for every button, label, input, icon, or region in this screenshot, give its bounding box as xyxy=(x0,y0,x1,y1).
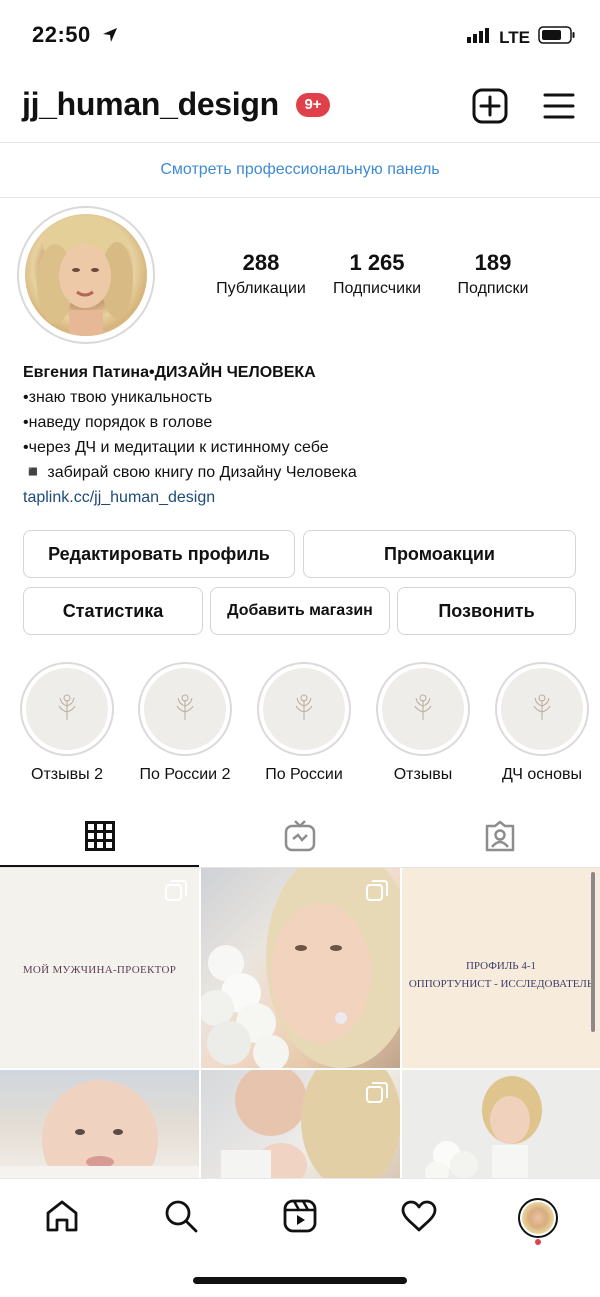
story-highlight-label: Отзывы xyxy=(393,766,453,783)
notifications-badge[interactable]: 9+ xyxy=(296,93,330,117)
stat-posts-value: 288 xyxy=(242,250,280,275)
menu-icon[interactable] xyxy=(543,92,575,125)
bio: Евгения Патина•ДИЗАЙН ЧЕЛОВЕКА •знаю тво… xyxy=(23,360,357,510)
post-caption: МОЙ МУЖЧИНА-ПРОЕКТОР xyxy=(22,964,177,976)
search-icon xyxy=(164,1199,198,1238)
battery-icon xyxy=(538,26,576,49)
tab-igtv[interactable] xyxy=(200,808,400,868)
stat-followers-label: Подписчики xyxy=(332,280,421,297)
flower-icon xyxy=(412,692,434,727)
stat-followers[interactable]: 1 265 Подписчики xyxy=(322,250,432,298)
profile-avatar xyxy=(518,1198,558,1238)
nav-profile[interactable] xyxy=(508,1193,568,1243)
stat-following-label: Подписки xyxy=(457,280,529,297)
bio-line: ◾️ забирай свою книгу по Дизайну Человек… xyxy=(23,464,357,481)
story-highlight-label: ДЧ основы xyxy=(501,766,583,783)
stat-following[interactable]: 189 Подписки xyxy=(438,250,548,298)
post-caption-line: ПРОФИЛЬ 4-1 xyxy=(465,960,537,972)
promotions-button[interactable]: Промоакции xyxy=(303,530,576,578)
active-tab-indicator xyxy=(0,865,199,867)
stat-posts-label: Публикации xyxy=(216,280,306,297)
story-highlight-label: Отзывы 2 xyxy=(31,766,103,783)
home-indicator xyxy=(193,1277,407,1284)
stat-followers-value: 1 265 xyxy=(349,250,405,275)
flower-icon xyxy=(531,692,553,727)
story-highlight-label: По России xyxy=(265,766,343,783)
scrollbar[interactable] xyxy=(591,872,595,1032)
story-highlight[interactable]: Отзывы 2 xyxy=(20,662,114,784)
profile-tabs xyxy=(0,808,600,868)
signal-icon xyxy=(467,27,491,48)
edit-profile-button[interactable]: Редактировать профиль xyxy=(23,530,295,578)
stat-posts[interactable]: 288 Публикации xyxy=(206,250,316,298)
status-indicators: LTE xyxy=(467,26,576,49)
tab-grid[interactable] xyxy=(0,808,200,868)
flower-icon xyxy=(56,692,78,727)
call-button[interactable]: Позвонить xyxy=(397,587,576,635)
add-shop-button[interactable]: Добавить магазин xyxy=(210,587,390,635)
carousel-icon xyxy=(165,880,187,902)
network-type: LTE xyxy=(499,27,530,47)
bio-name: Евгения Патина•ДИЗАЙН ЧЕЛОВЕКА xyxy=(23,364,316,381)
post-tile[interactable]: ПРОФИЛЬ 4-1 ОППОРТУНИСТ - ИССЛЕДОВАТЕЛЬ xyxy=(402,868,600,1068)
home-icon xyxy=(45,1199,79,1238)
bio-line: •знаю твою уникальность xyxy=(23,389,213,406)
story-highlight-label: По России 2 xyxy=(139,766,231,783)
bio-line: •через ДЧ и медитации к истинному себе xyxy=(23,439,329,456)
carousel-icon xyxy=(366,1082,388,1104)
insights-button[interactable]: Статистика xyxy=(23,587,203,635)
post-tile[interactable]: МОЙ МУЖЧИНА-ПРОЕКТОР xyxy=(0,868,199,1068)
carousel-icon xyxy=(366,880,388,902)
new-post-icon[interactable] xyxy=(472,88,508,129)
post-caption: ПРОФИЛЬ 4-1 ОППОРТУНИСТ - ИССЛЕДОВАТЕЛЬ xyxy=(402,957,600,993)
nav-home[interactable] xyxy=(32,1193,92,1243)
post-tile[interactable] xyxy=(402,1070,600,1180)
flower-icon xyxy=(174,692,196,727)
post-tile[interactable] xyxy=(201,1070,400,1180)
story-highlight[interactable]: Отзывы xyxy=(376,662,470,784)
stat-following-value: 189 xyxy=(474,250,512,275)
story-highlight[interactable]: По России 2 xyxy=(138,662,232,784)
reels-icon xyxy=(283,1199,317,1238)
tab-tagged[interactable] xyxy=(400,808,600,868)
post-caption-line: ОППОРТУНИСТ - ИССЛЕДОВАТЕЛЬ xyxy=(408,978,594,990)
nav-search[interactable] xyxy=(151,1193,211,1243)
heart-icon xyxy=(401,1200,437,1237)
flower-icon xyxy=(293,692,315,727)
professional-dashboard-link[interactable]: Смотреть профессиональную панель xyxy=(0,142,600,198)
post-tile[interactable] xyxy=(0,1070,199,1180)
profile-username[interactable]: jj_human_design xyxy=(22,86,279,123)
avatar[interactable] xyxy=(25,214,147,336)
igtv-icon xyxy=(284,819,316,857)
tagged-icon xyxy=(484,820,516,857)
notification-dot xyxy=(535,1239,541,1245)
grid-icon xyxy=(85,820,115,856)
story-highlight[interactable]: По России xyxy=(257,662,351,784)
location-arrow-icon xyxy=(102,27,118,48)
bio-link[interactable]: taplink.cc/jj_human_design xyxy=(23,485,357,510)
nav-reels[interactable] xyxy=(270,1193,330,1243)
nav-activity[interactable] xyxy=(389,1193,449,1243)
bio-line: •наведу порядок в голове xyxy=(23,414,213,431)
post-tile[interactable] xyxy=(201,868,400,1068)
status-time: 22:50 xyxy=(32,22,91,47)
story-highlight[interactable]: ДЧ основы xyxy=(495,662,589,784)
